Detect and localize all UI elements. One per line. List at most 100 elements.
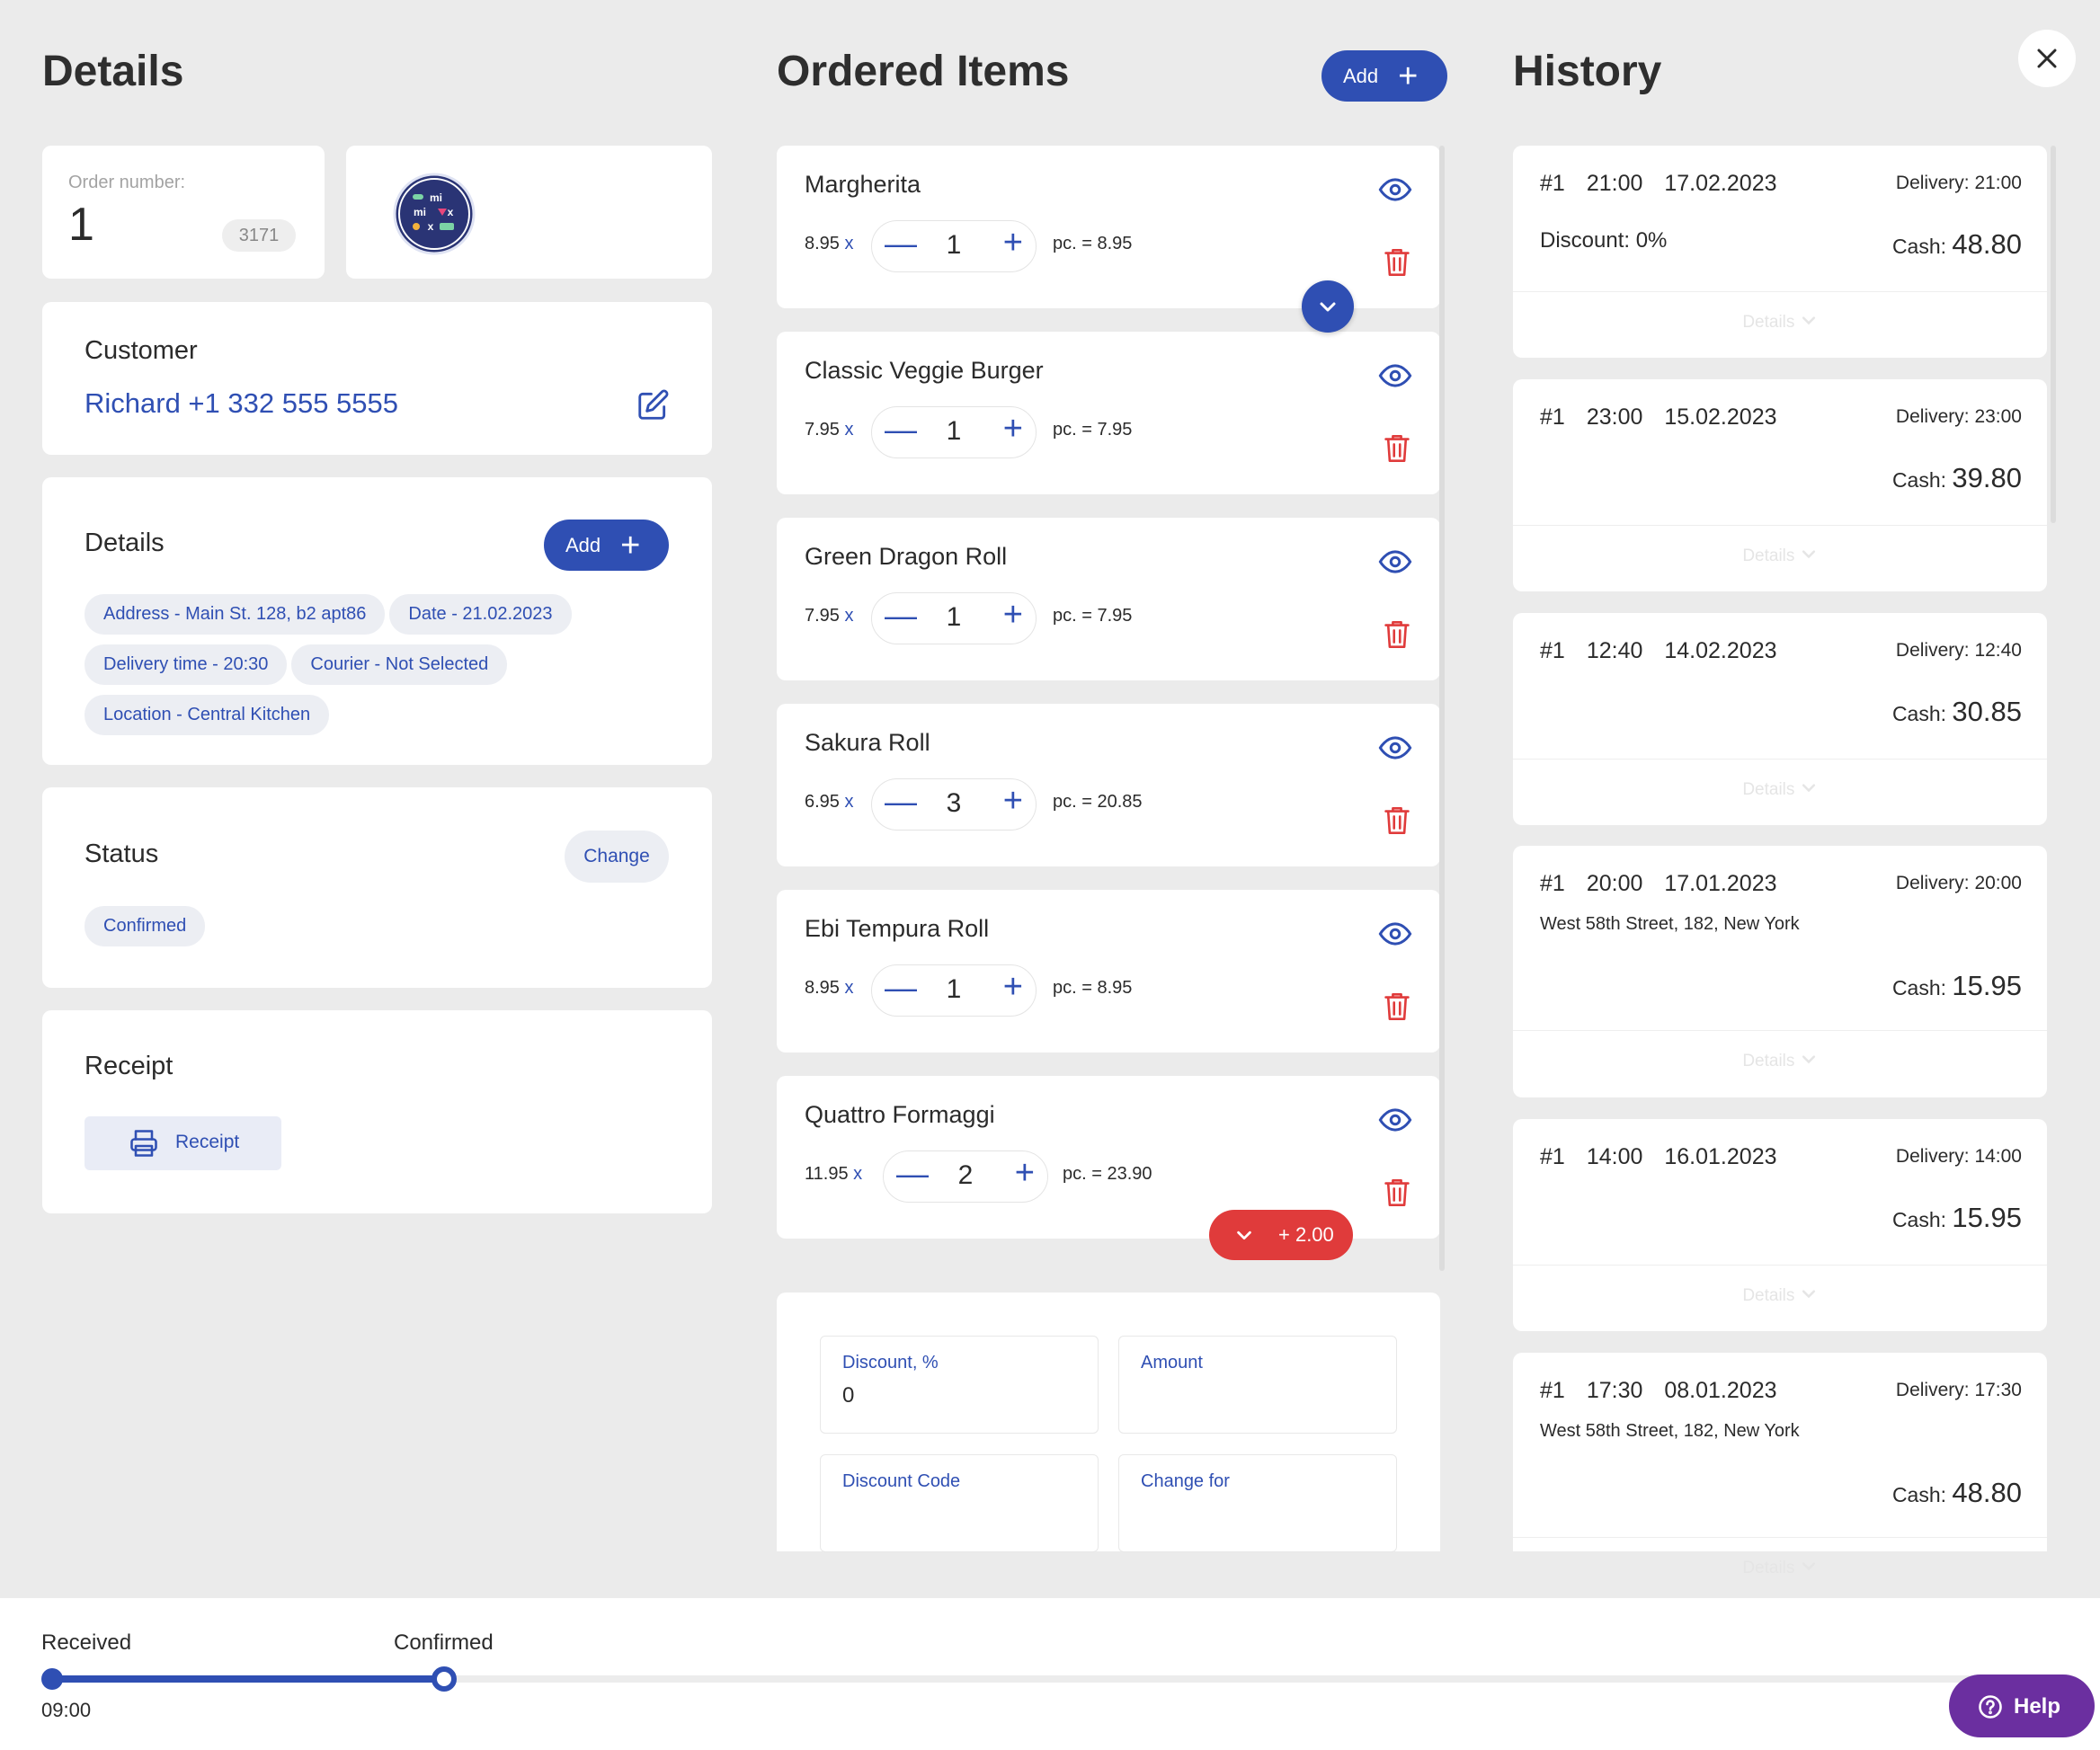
quantity-stepper: —1 + xyxy=(871,220,1037,272)
history-scrollbar[interactable] xyxy=(2051,146,2056,523)
eye-icon[interactable] xyxy=(1378,917,1412,955)
history-card[interactable]: #1 14:00 16.01.2023 Delivery: 14:00 Cash: 15… xyxy=(1513,1119,2047,1331)
item-price-value: 7.95 xyxy=(805,606,840,626)
history-time: 12:40 xyxy=(1586,638,1643,663)
customer-card: Customer Richard +1 332 555 5555 xyxy=(42,302,712,455)
item-unit-price: 11.95 x xyxy=(805,1164,862,1185)
increase-qty-button[interactable]: + xyxy=(1003,782,1023,821)
divider xyxy=(1513,525,2047,526)
eye-icon[interactable] xyxy=(1378,545,1412,583)
multiply-sign: x xyxy=(844,606,854,626)
trash-icon[interactable] xyxy=(1384,805,1410,840)
cash-amount: 48.80 xyxy=(1952,1477,2022,1508)
history-card[interactable]: #1 12:40 14.02.2023 Delivery: 12:40 Cash: 30… xyxy=(1513,613,2047,825)
chip-delivery-time[interactable]: Delivery time - 20:30 xyxy=(85,644,288,685)
history-card[interactable]: #1 23:00 15.02.2023 Delivery: 23:00 Cash: 39… xyxy=(1513,379,2047,591)
history-order-num: #1 xyxy=(1540,871,1565,896)
eye-icon[interactable] xyxy=(1378,173,1412,211)
item-name: Margherita xyxy=(805,171,921,198)
increase-qty-button[interactable]: + xyxy=(1003,224,1023,262)
discount-code-field[interactable]: Discount Code xyxy=(820,1454,1099,1552)
history-time: 17:30 xyxy=(1586,1378,1643,1403)
receipt-button[interactable]: Receipt xyxy=(85,1116,281,1170)
items-scrollbar[interactable] xyxy=(1439,146,1445,1271)
history-card[interactable]: #1 21:00 17.02.2023 Delivery: 21:00 Discount… xyxy=(1513,146,2047,358)
history-cash: Cash: 15.95 xyxy=(1892,1202,2022,1234)
trash-icon[interactable] xyxy=(1384,991,1410,1026)
chip-address[interactable]: Address - Main St. 128, b2 apt86 xyxy=(85,594,386,635)
expand-item-button[interactable] xyxy=(1302,280,1354,333)
chip-courier[interactable]: Courier - Not Selected xyxy=(291,644,508,685)
increase-qty-button[interactable]: + xyxy=(1015,1154,1035,1193)
add-item-button[interactable]: Add + xyxy=(1321,50,1447,102)
chip-date[interactable]: Date - 21.02.2023 xyxy=(389,594,572,635)
history-card[interactable]: #1 17:30 08.01.2023 Delivery: 17:30 West 58t… xyxy=(1513,1353,2047,1577)
help-button[interactable]: Help xyxy=(1949,1674,2095,1737)
discount-percent-field[interactable]: Discount, % 0 xyxy=(820,1336,1099,1434)
history-order-num: #1 xyxy=(1540,1378,1565,1403)
customer-name-phone[interactable]: Richard +1 332 555 5555 xyxy=(85,387,398,420)
history-details-toggle[interactable]: Details xyxy=(1513,546,2047,566)
printer-icon xyxy=(128,1127,160,1164)
cash-amount: 39.80 xyxy=(1952,462,2022,493)
discount-code-label: Discount Code xyxy=(842,1471,961,1491)
item-unit-price: 8.95 x xyxy=(805,978,854,999)
history-cash: Cash: 30.85 xyxy=(1892,696,2022,728)
eye-icon[interactable] xyxy=(1378,731,1412,769)
cash-label: Cash: xyxy=(1891,1483,1947,1506)
history-title: History xyxy=(1513,48,1662,95)
svg-text:mi: mi xyxy=(430,191,442,204)
ordered-items-title: Ordered Items xyxy=(777,48,1070,95)
receipt-card: Receipt Receipt xyxy=(42,1010,712,1213)
chevron-down-icon xyxy=(1802,1562,1815,1571)
history-details-toggle[interactable]: Details xyxy=(1513,1052,2047,1071)
increase-qty-button[interactable]: + xyxy=(1003,968,1023,1007)
history-details-toggle[interactable]: Details xyxy=(1513,1559,2047,1578)
history-header: #1 12:40 14.02.2023 xyxy=(1540,638,1799,664)
history-card[interactable]: #1 20:00 17.01.2023 Delivery: 20:00 West 58t… xyxy=(1513,846,2047,1097)
history-delivery: Delivery: 14:00 xyxy=(1895,1146,2022,1167)
item-card: Classic Veggie Burger 7.95 x —1 + pc. = 7.95 xyxy=(777,332,1440,494)
eye-icon[interactable] xyxy=(1378,359,1412,397)
change-status-button[interactable]: Change xyxy=(565,831,669,883)
multiply-sign: x xyxy=(844,978,854,998)
details-label: Details xyxy=(1742,313,1795,332)
extra-charge-badge[interactable]: + 2.00 xyxy=(1209,1210,1353,1260)
add-detail-button[interactable]: Add + xyxy=(544,520,669,571)
increase-qty-button[interactable]: + xyxy=(1003,410,1023,449)
change-for-label: Change for xyxy=(1141,1471,1230,1491)
item-total: pc. = 7.95 xyxy=(1053,606,1133,626)
amount-field[interactable]: Amount xyxy=(1118,1336,1397,1434)
details-label: Details xyxy=(1742,546,1795,565)
trash-icon[interactable] xyxy=(1384,619,1410,654)
divider xyxy=(1513,1030,2047,1031)
history-details-toggle[interactable]: Details xyxy=(1513,780,2047,800)
chevron-down-icon xyxy=(1802,1290,1815,1299)
history-details-toggle[interactable]: Details xyxy=(1513,313,2047,333)
extra-charge-value: + 2.00 xyxy=(1278,1223,1334,1246)
order-details-title: Details xyxy=(85,529,165,557)
trash-icon[interactable] xyxy=(1384,433,1410,468)
edit-icon[interactable] xyxy=(636,388,670,427)
history-time: 20:00 xyxy=(1586,871,1643,896)
increase-qty-button[interactable]: + xyxy=(1003,596,1023,635)
cash-amount: 30.85 xyxy=(1952,696,2022,727)
detail-chips: Address - Main St. 128, b2 apt86 Date - 2… xyxy=(85,594,660,745)
trash-icon[interactable] xyxy=(1384,1177,1410,1213)
history-date: 15.02.2023 xyxy=(1664,404,1777,430)
change-for-field[interactable]: Change for xyxy=(1118,1454,1397,1552)
eye-icon[interactable] xyxy=(1378,1103,1412,1141)
history-details-toggle[interactable]: Details xyxy=(1513,1286,2047,1306)
item-total: pc. = 20.85 xyxy=(1053,792,1143,812)
history-delivery: Delivery: 23:00 xyxy=(1895,406,2022,427)
trash-icon[interactable] xyxy=(1384,247,1410,282)
chip-location[interactable]: Location - Central Kitchen xyxy=(85,695,330,735)
history-date: 08.01.2023 xyxy=(1664,1378,1777,1403)
restaurant-logo-card: mi mi x x xyxy=(346,146,712,279)
item-unit-price: 8.95 x xyxy=(805,234,854,254)
close-button[interactable] xyxy=(2018,30,2076,87)
quantity-stepper: —1 + xyxy=(871,406,1037,458)
add-item-label: Add xyxy=(1343,64,1379,87)
quantity-stepper: —3 + xyxy=(871,778,1037,831)
chevron-down-icon xyxy=(1802,784,1815,793)
